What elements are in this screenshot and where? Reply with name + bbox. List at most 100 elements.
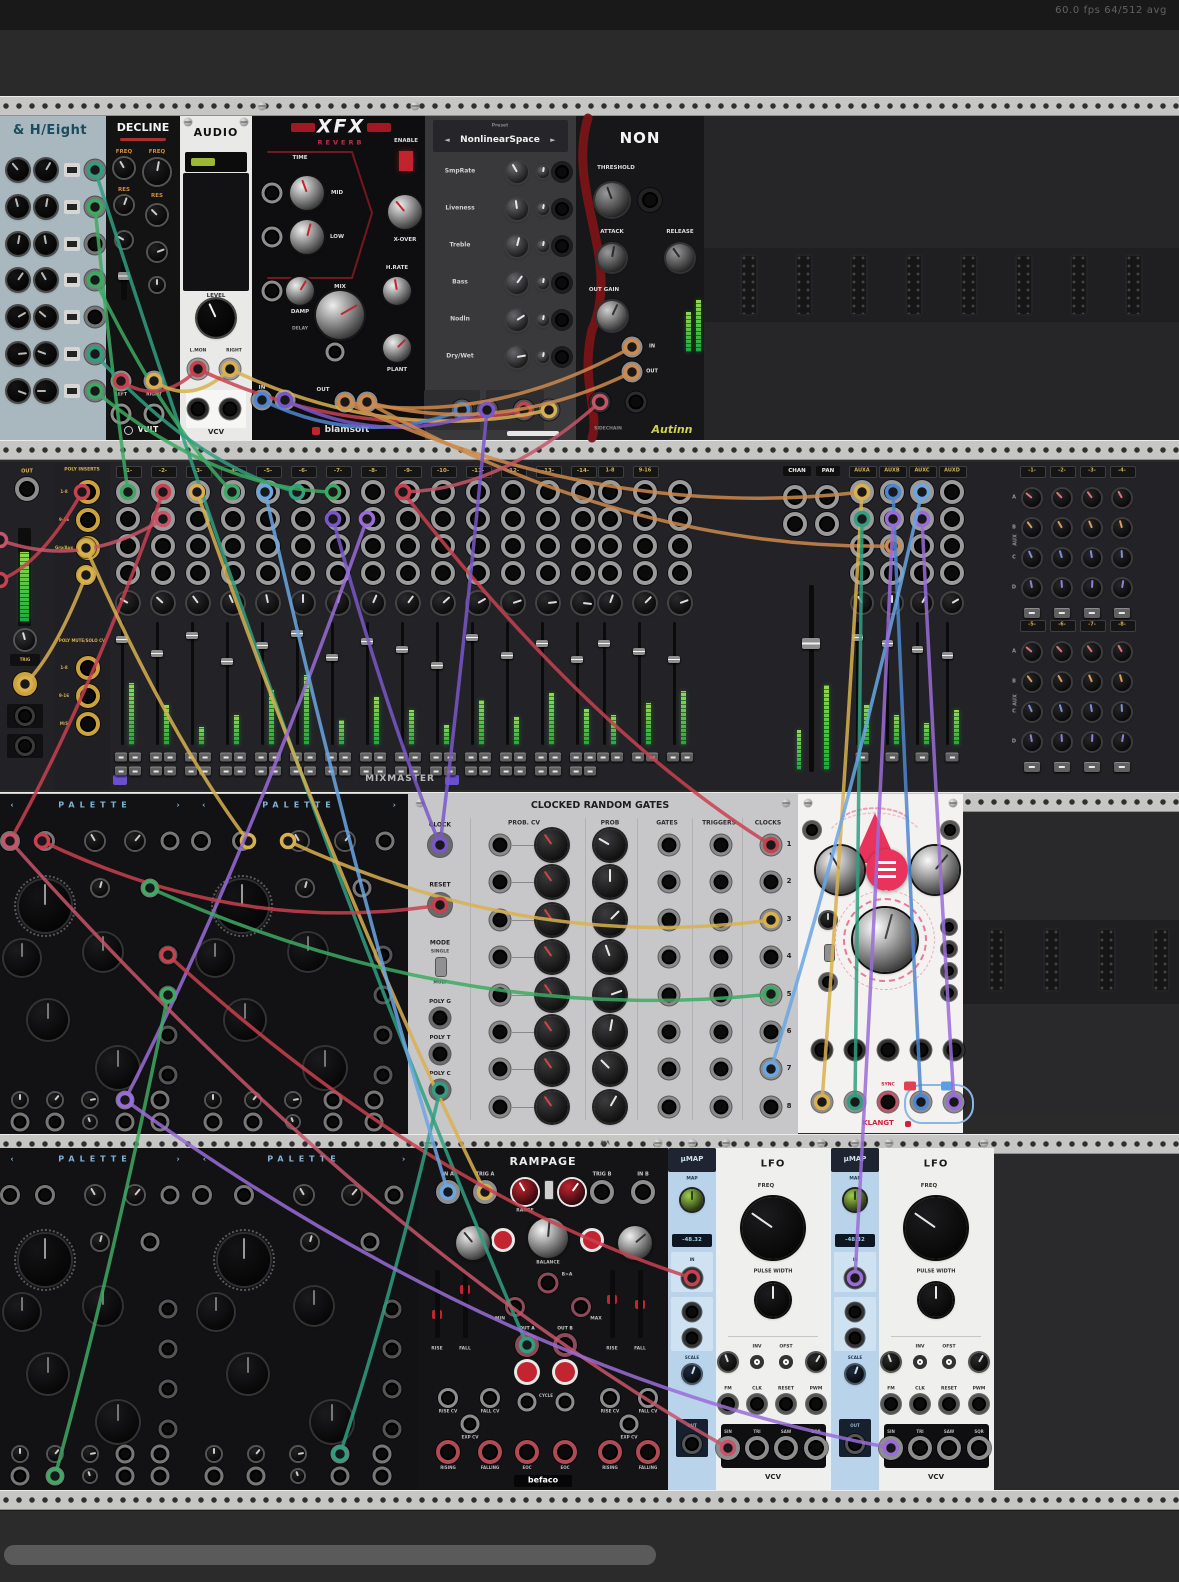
solo-button[interactable] [584, 752, 596, 762]
osc-knob[interactable] [4, 940, 40, 976]
jack[interactable] [256, 561, 280, 585]
knob[interactable] [467, 592, 489, 614]
jack[interactable] [682, 1434, 702, 1454]
fader-handle[interactable] [941, 652, 953, 659]
knob[interactable] [742, 1197, 804, 1259]
jack[interactable] [658, 871, 680, 893]
jack[interactable] [537, 1272, 559, 1294]
jack[interactable] [221, 534, 245, 558]
knob[interactable] [1023, 489, 1041, 507]
jack[interactable] [150, 1090, 170, 1110]
jack[interactable] [219, 398, 241, 420]
jack[interactable] [760, 1096, 782, 1118]
knob[interactable] [1113, 489, 1131, 507]
knob[interactable] [666, 244, 694, 272]
jack[interactable] [598, 1440, 622, 1464]
knob[interactable] [536, 866, 568, 899]
knob[interactable] [84, 1470, 96, 1482]
jack[interactable] [360, 1232, 380, 1252]
knob[interactable] [1023, 673, 1041, 691]
mute-button[interactable] [150, 766, 162, 776]
jack[interactable] [745, 1436, 769, 1460]
jack[interactable] [501, 507, 525, 531]
mute-button[interactable] [185, 752, 197, 762]
map-button[interactable] [844, 1189, 866, 1211]
map-button[interactable] [681, 1189, 703, 1211]
mute-button[interactable] [535, 752, 547, 762]
jack[interactable] [323, 1090, 343, 1110]
jack[interactable] [234, 1185, 254, 1205]
knob[interactable] [1113, 733, 1131, 751]
jack[interactable] [668, 480, 692, 504]
knob[interactable] [147, 205, 167, 225]
knob[interactable] [144, 159, 170, 185]
osc-knob[interactable] [28, 1000, 68, 1040]
red-button[interactable] [494, 1231, 512, 1249]
jack[interactable] [326, 534, 350, 558]
jack[interactable] [186, 507, 210, 531]
knob[interactable] [536, 941, 568, 974]
fader-handle[interactable] [633, 648, 645, 655]
knob[interactable] [290, 176, 324, 210]
mute-button[interactable] [430, 752, 442, 762]
jack[interactable] [429, 1007, 451, 1029]
jack[interactable] [489, 1096, 511, 1118]
jack[interactable] [143, 403, 165, 425]
jack[interactable] [186, 534, 210, 558]
jack[interactable] [598, 480, 622, 504]
knob[interactable] [506, 161, 528, 183]
osc-knob[interactable] [84, 1287, 122, 1325]
solo-button[interactable] [514, 766, 526, 776]
jack[interactable] [476, 399, 498, 421]
jack[interactable] [243, 1112, 263, 1132]
fader-track[interactable] [505, 622, 509, 745]
jack[interactable] [879, 1436, 903, 1460]
matrix-button[interactable] [1114, 762, 1130, 772]
jack[interactable] [151, 561, 175, 585]
matrix-button[interactable] [1024, 762, 1040, 772]
knob[interactable] [597, 301, 627, 331]
jack[interactable] [845, 1328, 865, 1348]
jack[interactable] [880, 480, 904, 504]
jack[interactable] [850, 480, 874, 504]
jack[interactable] [943, 1039, 965, 1061]
jack[interactable] [806, 1394, 826, 1414]
jack[interactable] [850, 507, 874, 531]
jack[interactable] [536, 561, 560, 585]
jack[interactable] [429, 1079, 451, 1101]
jack[interactable] [819, 973, 837, 991]
mute-button[interactable] [570, 766, 582, 776]
mute-button[interactable] [255, 766, 267, 776]
knob[interactable] [594, 903, 626, 936]
jack[interactable] [681, 1267, 703, 1289]
jack[interactable] [941, 941, 957, 957]
jack[interactable] [158, 1339, 178, 1359]
jack[interactable] [969, 1394, 989, 1414]
knob[interactable] [290, 832, 308, 850]
jack[interactable] [246, 1466, 266, 1486]
jack[interactable] [372, 1444, 392, 1464]
jack[interactable] [515, 1440, 539, 1464]
solo-button[interactable] [339, 766, 351, 776]
jack[interactable] [261, 226, 283, 248]
jack[interactable] [760, 984, 782, 1006]
jack[interactable] [84, 380, 106, 402]
jack[interactable] [364, 1112, 384, 1132]
knob[interactable] [594, 866, 626, 899]
jack[interactable] [552, 199, 572, 219]
jack[interactable] [466, 534, 490, 558]
jack[interactable] [598, 534, 622, 558]
knob[interactable] [506, 235, 528, 257]
solo-button[interactable] [409, 752, 421, 762]
jack[interactable] [571, 1297, 591, 1317]
knob[interactable] [942, 593, 962, 613]
jack[interactable] [536, 534, 560, 558]
knob[interactable] [1113, 673, 1131, 691]
jack[interactable] [571, 480, 595, 504]
jack[interactable] [571, 534, 595, 558]
knob[interactable] [911, 846, 959, 894]
red-button[interactable] [583, 1231, 601, 1249]
jack[interactable] [489, 871, 511, 893]
fader-handle[interactable] [151, 650, 163, 657]
jack[interactable] [881, 1394, 901, 1414]
